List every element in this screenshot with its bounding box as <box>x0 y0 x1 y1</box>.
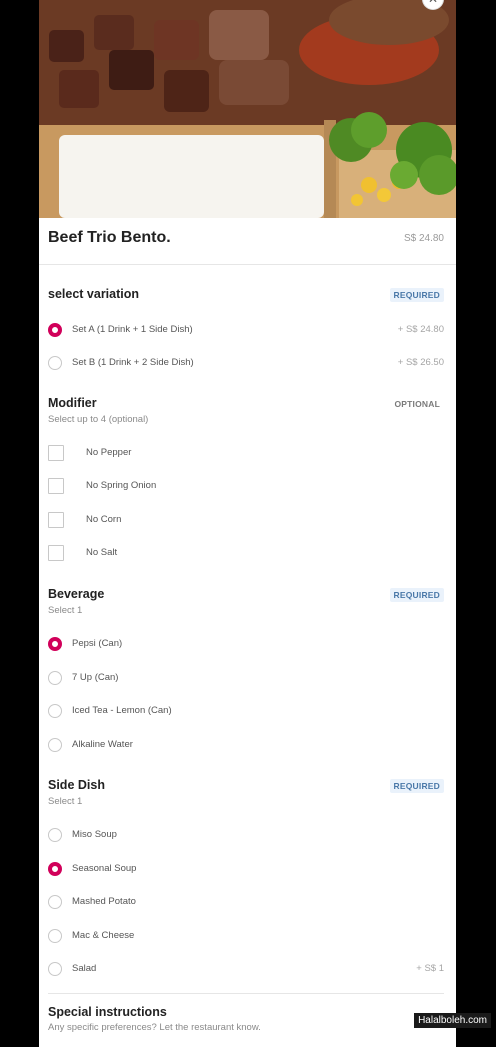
modifier-option-no-pepper[interactable]: No Pepper <box>39 439 456 467</box>
variation-option-set-a[interactable]: Set A (1 Drink + 1 Side Dish) + S$ 24.80 <box>39 316 456 344</box>
item-header: Beef Trio Bento. S$ 24.80 <box>39 218 456 265</box>
checkbox[interactable] <box>48 445 64 461</box>
side-dish-option-seasonal-soup[interactable]: Seasonal Soup <box>39 855 456 883</box>
option-price: + S$ 26.50 <box>397 357 444 368</box>
option-label: Iced Tea - Lemon (Can) <box>72 705 172 716</box>
special-instructions-subtitle: Any specific preferences? Let the restau… <box>48 1022 261 1033</box>
option-label: Mac & Cheese <box>72 930 135 941</box>
radio-unselected[interactable] <box>48 895 62 909</box>
item-title: Beef Trio Bento. <box>48 229 171 246</box>
option-label: No Spring Onion <box>86 480 157 491</box>
radio-selected[interactable] <box>48 862 62 876</box>
beverage-subtitle: Select 1 <box>48 605 83 616</box>
option-label: 7 Up (Can) <box>72 672 119 683</box>
radio-unselected[interactable] <box>48 738 62 752</box>
beverage-option-7up[interactable]: 7 Up (Can) <box>39 664 456 692</box>
beverage-option-alkaline-water[interactable]: Alkaline Water <box>39 731 456 759</box>
option-label: No Pepper <box>86 447 132 458</box>
bento-photo <box>39 0 456 218</box>
option-label: Alkaline Water <box>72 739 133 750</box>
side-dish-option-mashed-potato[interactable]: Mashed Potato <box>39 888 456 916</box>
modifier-option-no-spring-onion[interactable]: No Spring Onion <box>39 472 456 500</box>
modifier-subtitle: Select up to 4 (optional) <box>48 414 149 425</box>
checkbox[interactable] <box>48 512 64 528</box>
modifier-heading: Modifier <box>48 396 97 410</box>
option-label: Pepsi (Can) <box>72 638 123 649</box>
beverage-option-pepsi[interactable]: Pepsi (Can) <box>39 630 456 658</box>
option-price: + S$ 1 <box>416 963 444 974</box>
option-label: Seasonal Soup <box>72 863 137 874</box>
side-dish-subtitle: Select 1 <box>48 796 83 807</box>
beverage-heading: Beverage <box>48 587 105 601</box>
radio-selected[interactable] <box>48 323 62 337</box>
option-label: Set B (1 Drink + 2 Side Dish) <box>72 357 194 368</box>
checkbox[interactable] <box>48 478 64 494</box>
radio-unselected[interactable] <box>48 356 62 370</box>
side-dish-heading: Side Dish <box>48 778 105 792</box>
beverage-required-badge: REQUIRED <box>389 588 444 602</box>
side-dish-option-miso-soup[interactable]: Miso Soup <box>39 821 456 849</box>
modifier-option-no-salt[interactable]: No Salt <box>39 539 456 567</box>
modifier-option-no-corn[interactable]: No Corn <box>39 506 456 534</box>
option-label: No Salt <box>86 547 118 558</box>
side-dish-option-mac-cheese[interactable]: Mac & Cheese <box>39 922 456 950</box>
radio-unselected[interactable] <box>48 962 62 976</box>
option-label: Salad <box>72 963 97 974</box>
radio-unselected[interactable] <box>48 704 62 718</box>
food-image: ✕ <box>39 0 456 218</box>
option-price: + S$ 24.80 <box>397 324 444 335</box>
side-dish-required-badge: REQUIRED <box>389 779 444 793</box>
special-instructions-heading: Special instructions <box>48 1005 167 1019</box>
checkbox[interactable] <box>48 545 64 561</box>
radio-unselected[interactable] <box>48 671 62 685</box>
item-price: S$ 24.80 <box>403 233 444 244</box>
radio-unselected[interactable] <box>48 828 62 842</box>
radio-unselected[interactable] <box>48 929 62 943</box>
option-label: Set A (1 Drink + 1 Side Dish) <box>72 324 193 335</box>
variation-required-badge: REQUIRED <box>389 288 444 302</box>
close-icon: ✕ <box>428 0 438 6</box>
side-dish-option-salad[interactable]: Salad + S$ 1 <box>39 955 456 983</box>
option-label: Miso Soup <box>72 829 117 840</box>
radio-selected[interactable] <box>48 637 62 651</box>
variation-heading: select variation <box>48 287 140 301</box>
modifier-optional-badge: OPTIONAL <box>394 399 440 409</box>
beverage-option-iced-tea[interactable]: Iced Tea - Lemon (Can) <box>39 697 456 725</box>
variation-option-set-b[interactable]: Set B (1 Drink + 2 Side Dish) + S$ 26.50 <box>39 349 456 377</box>
option-label: No Corn <box>86 514 122 525</box>
watermark: Halalboleh.com <box>414 1013 491 1028</box>
option-label: Mashed Potato <box>72 896 136 907</box>
item-detail-modal: ✕ Beef Trio Bento. S$ 24.80 select varia… <box>39 0 456 1047</box>
section-divider <box>48 993 444 994</box>
